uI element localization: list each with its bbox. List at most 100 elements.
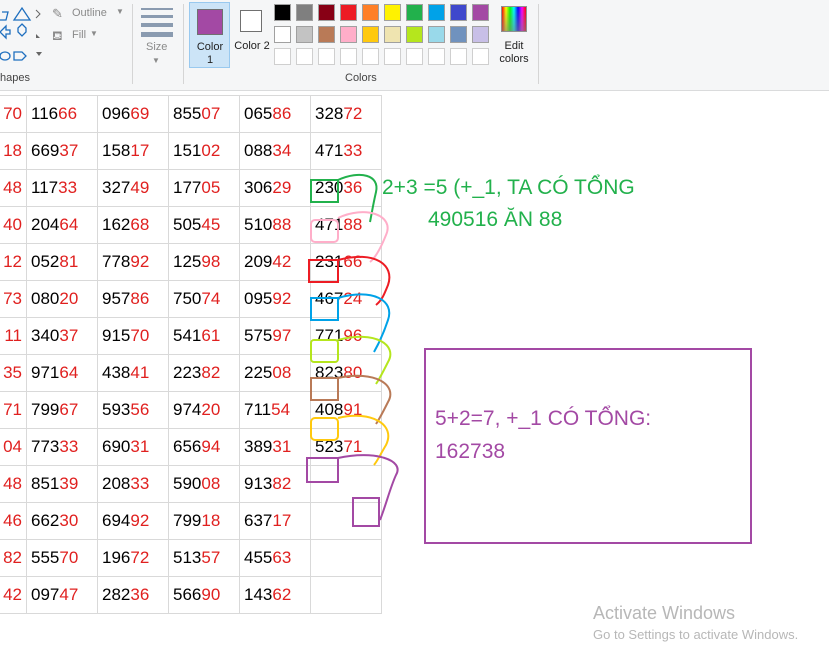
cell-digits-black: 750 bbox=[173, 289, 202, 308]
cell-digits-red: 62 bbox=[272, 585, 292, 604]
palette-swatch[interactable] bbox=[406, 26, 423, 43]
custom-color-slot[interactable] bbox=[428, 48, 445, 65]
cell-digits-black: 196 bbox=[102, 548, 131, 567]
table-cell: 66937 bbox=[26, 132, 98, 170]
custom-color-slot[interactable] bbox=[450, 48, 467, 65]
table-cell: 35 bbox=[0, 354, 27, 392]
cell-digits-red: 73 bbox=[3, 289, 22, 308]
cell-digits-red: 18 bbox=[3, 141, 22, 160]
color1-button[interactable]: Color 1 bbox=[189, 2, 230, 68]
color2-button[interactable]: Color 2 bbox=[232, 2, 272, 68]
green-note-line2: 490516 ĂN 88 bbox=[428, 208, 563, 231]
table-cell: 08834 bbox=[239, 132, 311, 170]
palette-swatch[interactable] bbox=[384, 4, 401, 21]
custom-color-slot[interactable] bbox=[472, 48, 489, 65]
table-cell: 43841 bbox=[97, 354, 169, 392]
palette-swatch[interactable] bbox=[340, 26, 357, 43]
cell-digits-black: 306 bbox=[244, 178, 273, 197]
custom-color-slot[interactable] bbox=[384, 48, 401, 65]
table-cell: 08020 bbox=[26, 280, 98, 318]
cell-digits-black: 340 bbox=[31, 326, 60, 345]
palette-swatch[interactable] bbox=[296, 4, 313, 21]
cell-digits-red: 71 bbox=[3, 400, 22, 419]
color2-swatch bbox=[240, 10, 262, 32]
palette-swatch[interactable] bbox=[384, 26, 401, 43]
table-cell: 28236 bbox=[97, 576, 169, 614]
table-cell: 15817 bbox=[97, 132, 169, 170]
table-cell: 97164 bbox=[26, 354, 98, 392]
cell-digits-black: 523 bbox=[315, 437, 344, 456]
cell-digits-red: 71 bbox=[343, 437, 363, 456]
cell-digits-red: 46 bbox=[3, 511, 22, 530]
table-cell: 42 bbox=[0, 576, 27, 614]
edit-colors-button[interactable]: Edit colors bbox=[495, 2, 533, 68]
table-row: 70 11666 09669 85507 06586 32872 bbox=[0, 95, 382, 133]
cell-digits-red: 64 bbox=[59, 363, 79, 382]
cell-digits-black: 656 bbox=[173, 437, 202, 456]
palette-swatch[interactable] bbox=[428, 4, 445, 21]
table-cell: 95786 bbox=[97, 280, 169, 318]
table-row: 18 66937 15817 15102 08834 47133 bbox=[0, 132, 382, 170]
table-cell: 45563 bbox=[239, 539, 311, 577]
ribbon-divider bbox=[183, 4, 184, 84]
fill-bucket-icon: ⛾ bbox=[52, 28, 63, 43]
cell-digits-black: 471 bbox=[315, 141, 344, 160]
cell-digits-black: 162 bbox=[102, 215, 131, 234]
palette-swatch[interactable] bbox=[340, 4, 357, 21]
palette-swatch[interactable] bbox=[450, 26, 467, 43]
palette-swatch[interactable] bbox=[428, 26, 445, 43]
palette-swatch[interactable] bbox=[318, 4, 335, 21]
table-cell: 54161 bbox=[168, 317, 240, 355]
cell-digits-red: 70 bbox=[59, 548, 79, 567]
table-cell: 65694 bbox=[168, 428, 240, 466]
table-row: 73 08020 95786 75074 09592 46724 bbox=[0, 280, 382, 318]
edit-colors-label: Edit colors bbox=[499, 40, 529, 65]
cell-digits-red: 57 bbox=[201, 548, 221, 567]
custom-color-slot[interactable] bbox=[362, 48, 379, 65]
palette-swatch[interactable] bbox=[450, 4, 467, 21]
palette-swatch[interactable] bbox=[362, 4, 379, 21]
cell-digits-black: 957 bbox=[102, 289, 131, 308]
table-cell: 50545 bbox=[168, 206, 240, 244]
table-row: 48 11733 32749 17705 30629 23036 bbox=[0, 169, 382, 207]
green-note-line1: 2+3 =5 (+_1, TA CÓ TỔNG bbox=[382, 176, 635, 199]
palette-swatch[interactable] bbox=[296, 26, 313, 43]
cell-digits-black: 855 bbox=[173, 104, 202, 123]
cell-digits-red: 18 bbox=[201, 511, 221, 530]
cell-digits-red: 72 bbox=[343, 104, 363, 123]
palette-swatch[interactable] bbox=[406, 4, 423, 21]
color2-label: Color 2 bbox=[234, 40, 270, 52]
cell-digits-red: 88 bbox=[272, 215, 292, 234]
table-cell: 55570 bbox=[26, 539, 98, 577]
cell-digits-red: 17 bbox=[272, 511, 292, 530]
custom-color-slot[interactable] bbox=[296, 48, 313, 65]
color-spectrum-icon bbox=[501, 6, 527, 32]
cell-digits-black: 231 bbox=[315, 252, 344, 271]
palette-swatch[interactable] bbox=[274, 4, 291, 21]
cell-digits-red: 05 bbox=[201, 178, 221, 197]
shapes-gallery[interactable] bbox=[0, 4, 44, 64]
custom-color-slot[interactable] bbox=[318, 48, 335, 65]
cell-digits-black: 690 bbox=[102, 437, 131, 456]
cell-digits-black: 513 bbox=[173, 548, 202, 567]
cell-digits-red: 42 bbox=[3, 585, 22, 604]
palette-swatch[interactable] bbox=[472, 4, 489, 21]
palette-swatch[interactable] bbox=[318, 26, 335, 43]
cell-digits-red: 66 bbox=[58, 104, 78, 123]
cell-digits-black: 773 bbox=[31, 437, 60, 456]
table-cell: 22508 bbox=[239, 354, 311, 392]
custom-color-slot[interactable] bbox=[340, 48, 357, 65]
palette-swatch[interactable] bbox=[362, 26, 379, 43]
custom-color-slot[interactable] bbox=[274, 48, 291, 65]
table-cell: 46 bbox=[0, 502, 27, 540]
size-button[interactable]: Size ▼ bbox=[138, 4, 176, 68]
palette-swatch[interactable] bbox=[274, 26, 291, 43]
cell-digits-red: 40 bbox=[3, 215, 22, 234]
table-cell: 85139 bbox=[26, 465, 98, 503]
palette-swatch[interactable] bbox=[472, 26, 489, 43]
outline-label: Outline bbox=[72, 7, 107, 19]
cell-digits-red: 39 bbox=[59, 474, 79, 493]
custom-color-slot[interactable] bbox=[406, 48, 423, 65]
cell-digits-red: 35 bbox=[3, 363, 22, 382]
table-cell: 75074 bbox=[168, 280, 240, 318]
